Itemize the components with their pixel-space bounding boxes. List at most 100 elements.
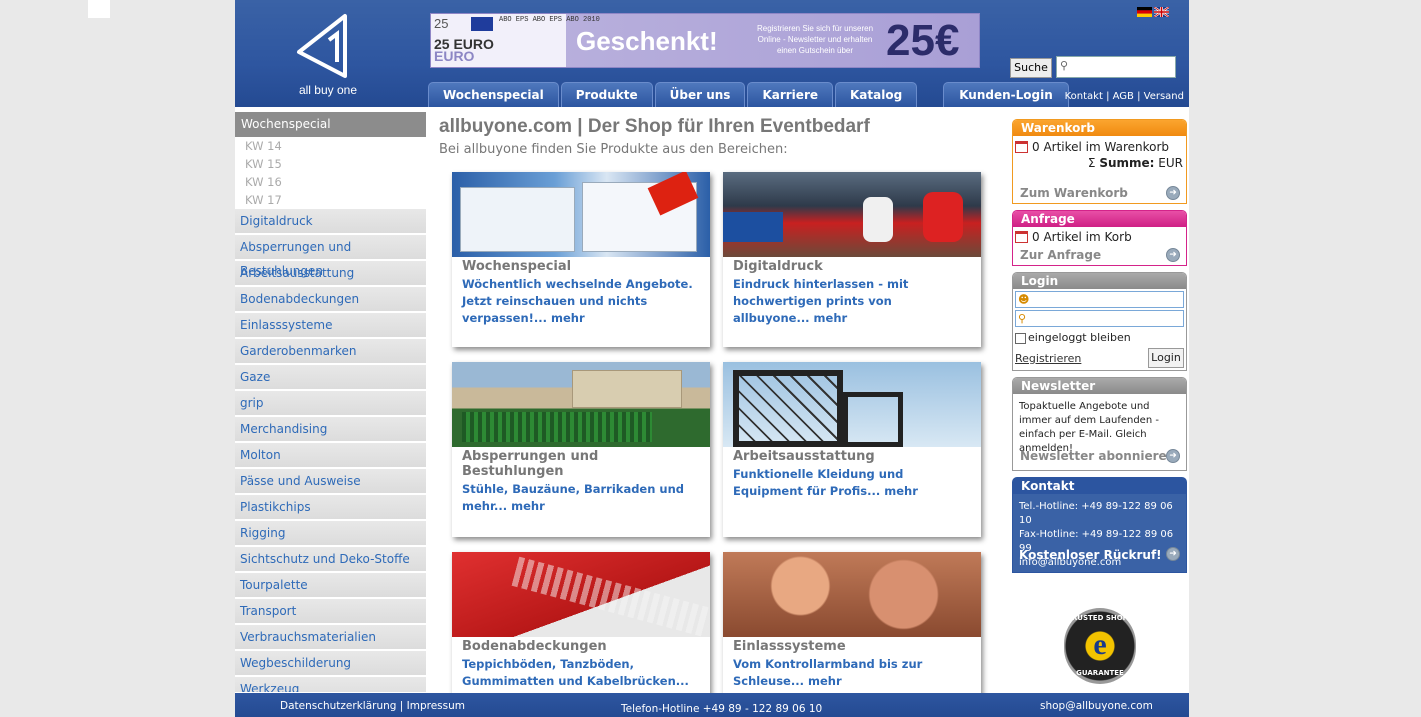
sidebar-item-transport[interactable]: Transport — [235, 599, 426, 625]
contact-hotline: Tel.-Hotline: +49 89-122 89 06 10 — [1019, 501, 1173, 526]
search-input[interactable] — [1056, 56, 1176, 78]
sidebar-item-rigging[interactable]: Rigging — [235, 521, 426, 547]
promo-banner[interactable]: 25 ABO EPS ABO EPS ABO 2010 25 EURO EURO… — [430, 13, 980, 68]
cart-currency: EUR — [1158, 156, 1183, 170]
english-flag-icon[interactable] — [1154, 7, 1169, 17]
sidebar-item-paesse[interactable]: Pässe und Ausweise — [235, 469, 426, 495]
card-description[interactable]: Funktionelle Kleidung und Equipment für … — [723, 464, 981, 500]
nav-tab-kunden-login[interactable]: Kunden-Login — [943, 82, 1069, 107]
card-image-einlasssysteme — [723, 552, 981, 637]
logo[interactable]: all buy one — [293, 12, 363, 97]
arrow-right-icon[interactable]: ➜ — [1166, 248, 1180, 262]
nav-tab-karriere[interactable]: Karriere — [747, 82, 833, 107]
trusted-seal-top: TRUSTED SHOPS — [1067, 614, 1133, 622]
sidebar-item-merchandising[interactable]: Merchandising — [235, 417, 426, 443]
sidebar-item-garderobenmarken[interactable]: Garderobenmarken — [235, 339, 426, 365]
card-description[interactable]: Wöchentlich wechselnde Angebote. Jetzt r… — [452, 274, 710, 327]
inquiry-link[interactable]: Zur Anfrage ➜ — [1013, 245, 1186, 265]
cart-title: Warenkorb — [1013, 120, 1186, 136]
top-link-versand[interactable]: Versand — [1144, 91, 1184, 102]
card-title: Bodenabdeckungen — [462, 639, 607, 654]
newsletter-text: Topaktuelle Angebote und immer auf dem L… — [1019, 401, 1159, 454]
login-box: Login ☻ ⚲ eingeloggt bleiben Registriere… — [1012, 272, 1187, 371]
card-title: Wochenspecial — [462, 259, 572, 274]
footer-links[interactable]: Datenschutzerklärung | Impressum — [280, 700, 465, 712]
card-image-wochenspecial — [452, 172, 710, 257]
login-title: Login — [1013, 273, 1186, 289]
nav-tab-katalog[interactable]: Katalog — [835, 82, 918, 107]
top-link-separator: | — [1102, 91, 1113, 102]
card-title: Arbeitsausstattung — [733, 449, 875, 464]
sidebar-item-tourpalette[interactable]: Tourpalette — [235, 573, 426, 599]
logo-icon — [297, 14, 347, 78]
nav-tab-wochenspecial[interactable]: Wochenspecial — [428, 82, 559, 107]
username-field[interactable]: ☻ — [1015, 291, 1184, 308]
sidebar-item-plastikchips[interactable]: Plastikchips — [235, 495, 426, 521]
newsletter-link[interactable]: Newsletter abonnieren ➜ — [1013, 446, 1186, 466]
card-description[interactable]: Vom Kontrollarmband bis zur Schleuse... … — [723, 654, 981, 690]
card-title: Einlasssysteme — [733, 639, 846, 654]
newsletter-title: Newsletter — [1013, 378, 1186, 394]
sidebar-week-link[interactable]: KW 15 — [235, 155, 426, 173]
top-link-agb[interactable]: AGB — [1113, 91, 1134, 102]
sidebar-item-arbeitsausstattung[interactable]: Arbeitsausstattung — [235, 261, 426, 287]
german-flag-icon[interactable] — [1137, 7, 1152, 17]
sidebar-item-einlasssysteme[interactable]: Einlasssysteme — [235, 313, 426, 339]
card-image-digitaldruck — [723, 172, 981, 257]
header: all buy one 25 ABO EPS ABO EPS ABO 2010 … — [235, 0, 1189, 107]
language-flags — [1137, 7, 1169, 17]
nav-tab-ueber-uns[interactable]: Über uns — [654, 82, 746, 107]
cart-sum-label: Summe: — [1099, 156, 1155, 170]
sidebar-item-gaze[interactable]: Gaze — [235, 365, 426, 391]
sidebar-item-verbrauchsmaterialien[interactable]: Verbrauchsmaterialien — [235, 625, 426, 651]
sidebar-item-werkzeug[interactable]: Werkzeug — [235, 677, 426, 692]
card-image-arbeitsausstattung — [723, 362, 981, 447]
sidebar-week-link[interactable]: KW 16 — [235, 173, 426, 191]
sidebar-item-grip[interactable]: grip — [235, 391, 426, 417]
login-button[interactable]: Login — [1148, 348, 1184, 368]
cart-link[interactable]: Zum Warenkorb ➜ — [1013, 183, 1186, 203]
trusted-seal-bottom: GUARANTEE — [1076, 669, 1124, 677]
key-icon: ⚲ — [1018, 312, 1027, 325]
search-button[interactable]: Suche — [1010, 58, 1052, 78]
sidebar-item-molton[interactable]: Molton — [235, 443, 426, 469]
password-field[interactable]: ⚲ — [1015, 310, 1184, 327]
sidebar-item-bodenabdeckungen[interactable]: Bodenabdeckungen — [235, 287, 426, 313]
card-image-absperrungen — [452, 362, 710, 447]
arrow-right-icon[interactable]: ➜ — [1166, 547, 1180, 561]
corner-block — [88, 0, 110, 18]
category-card-digitaldruck[interactable]: Digitaldruck Eindruck hinterlassen - mit… — [723, 172, 981, 347]
arrow-right-icon[interactable]: ➜ — [1166, 449, 1180, 463]
card-title: Absperrungen und Bestuhlungen — [462, 449, 599, 479]
register-link[interactable]: Registrieren — [1015, 352, 1081, 365]
sidebar-heading-wochenspecial[interactable]: Wochenspecial — [235, 112, 426, 137]
footer-hotline: Telefon-Hotline +49 89 - 122 89 06 10 — [621, 703, 823, 715]
callback-link[interactable]: Kostenloser Rückruf! ➜ — [1013, 544, 1186, 566]
main-nav: Wochenspecial Produkte Über uns Karriere… — [428, 82, 1071, 107]
logo-text: all buy one — [298, 83, 358, 97]
sidebar-item-absperrungen[interactable]: Absperrungen und Bestuhlungen — [235, 235, 426, 278]
sidebar-item-digitaldruck[interactable]: Digitaldruck — [235, 209, 426, 235]
arrow-right-icon[interactable]: ➜ — [1166, 186, 1180, 200]
category-card-wochenspecial[interactable]: Wochenspecial Wöchentlich wechselnde Ang… — [452, 172, 710, 347]
nav-tab-produkte[interactable]: Produkte — [560, 82, 653, 107]
footer: Datenschutzerklärung | Impressum Telefon… — [235, 693, 1189, 717]
sidebar-item-sichtschutz[interactable]: Sichtschutz und Deko-Stoffe — [235, 547, 426, 573]
sidebar-week-link[interactable]: KW 17 — [235, 191, 426, 209]
top-link-kontakt[interactable]: Kontakt — [1065, 91, 1103, 102]
footer-email[interactable]: shop@allbuyone.com — [1040, 700, 1153, 712]
remember-label: eingeloggt bleiben — [1028, 331, 1131, 344]
card-description[interactable]: Eindruck hinterlassen - mit hochwertigen… — [723, 274, 981, 327]
sigma-icon: Σ — [1087, 156, 1100, 170]
sidebar-item-wegbeschilderung[interactable]: Wegbeschilderung — [235, 651, 426, 677]
remember-checkbox[interactable] — [1015, 332, 1026, 344]
card-description[interactable]: Stühle, Bauzäune, Barrikaden und mehr...… — [452, 479, 710, 515]
category-card-absperrungen[interactable]: Absperrungen und Bestuhlungen Stühle, Ba… — [452, 362, 710, 537]
top-link-separator: | — [1133, 91, 1144, 102]
user-icon: ☻ — [1018, 293, 1030, 306]
login-actions: Registrieren Login — [1013, 346, 1186, 370]
trusted-shops-seal[interactable]: TRUSTED SHOPS e GUARANTEE — [1064, 608, 1136, 684]
sidebar-week-link[interactable]: KW 14 — [235, 137, 426, 155]
contact-title: Kontakt — [1013, 478, 1186, 494]
category-card-arbeitsausstattung[interactable]: Arbeitsausstattung Funktionelle Kleidung… — [723, 362, 981, 537]
